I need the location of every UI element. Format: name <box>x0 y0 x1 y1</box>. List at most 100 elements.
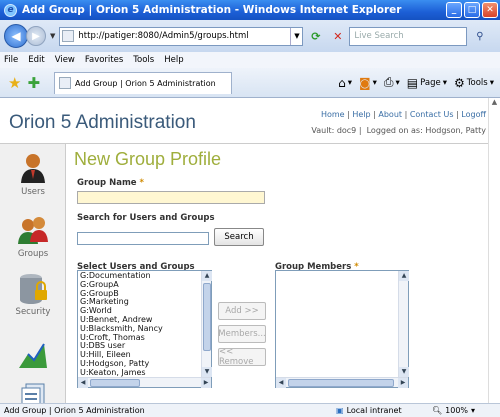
search-input[interactable] <box>77 232 209 245</box>
app-title: Orion 5 Administration <box>9 112 196 133</box>
search-button[interactable]: Search <box>214 228 264 246</box>
sidebar-item-label: Users <box>21 187 45 197</box>
menu-favorites[interactable]: Favorites <box>85 55 123 65</box>
add-favorite-icon[interactable]: ✚ <box>27 74 40 92</box>
zoom-control[interactable]: 🔍︎ 100% ▾ <box>432 406 475 415</box>
members-list-hscroll[interactable]: ◀ ▶ <box>276 377 408 388</box>
remove-button[interactable]: << Remove <box>218 347 266 367</box>
scroll-right-icon[interactable]: ▶ <box>201 378 211 388</box>
sidebar-item-documents[interactable] <box>0 382 66 403</box>
page-vscroll[interactable]: ▲ <box>488 98 500 403</box>
gear-icon: ⚙ <box>454 75 465 90</box>
tools-menu-label: Tools <box>466 77 488 88</box>
zone-label: Local intranet <box>346 406 402 415</box>
favorites-star-icon[interactable]: ★ <box>8 74 21 92</box>
ie-logo-icon: e <box>4 3 17 17</box>
scroll-left-icon[interactable]: ◀ <box>78 378 88 388</box>
favorites-bar: ★ ✚ Add Group | Orion 5 Administration ⌂… <box>0 68 500 98</box>
select-list-hscroll[interactable]: ◀ ▶ <box>78 377 211 388</box>
back-button[interactable]: ◀ <box>4 24 28 48</box>
sidebar: Users Groups Security <box>0 144 66 403</box>
menu-tools[interactable]: Tools <box>133 55 154 65</box>
window-titlebar: e Add Group | Orion 5 Administration - W… <box>0 0 500 20</box>
menu-help[interactable]: Help <box>164 55 183 65</box>
page-scroll-up-icon[interactable]: ▲ <box>489 98 500 106</box>
refresh-button[interactable]: ⟳ <box>306 27 325 46</box>
menu-file[interactable]: File <box>4 55 18 65</box>
hscroll-thumb[interactable] <box>288 379 394 387</box>
form-title: New Group Profile <box>74 149 222 169</box>
stop-button[interactable]: ✕ <box>328 27 347 46</box>
group-name-label: Group Name * <box>77 178 144 188</box>
scroll-down-icon[interactable]: ▼ <box>202 367 212 377</box>
home-button[interactable]: ⌂ ▾ <box>338 76 352 90</box>
members-button[interactable]: Members... <box>218 325 266 343</box>
vault-text: Vault: doc9 <box>311 126 357 135</box>
security-icon <box>18 272 48 304</box>
live-search-placeholder: Live Search <box>354 31 404 41</box>
print-button[interactable]: ⎙ ▾ <box>384 75 400 90</box>
scroll-thumb[interactable] <box>203 283 211 351</box>
user-icon <box>18 152 48 184</box>
page-header: Orion 5 Administration Home | Help | Abo… <box>0 98 488 144</box>
address-dropdown-icon[interactable]: ▼ <box>290 27 302 45</box>
sidebar-item-groups[interactable]: Groups <box>0 214 66 259</box>
scroll-up-icon[interactable]: ▲ <box>399 271 409 281</box>
feeds-button[interactable]: ◙ ▾ <box>359 76 377 90</box>
scroll-up-icon[interactable]: ▲ <box>202 271 212 281</box>
menu-view[interactable]: View <box>55 55 75 65</box>
add-button[interactable]: Add >> <box>218 302 266 320</box>
feeds-icon: ◙ <box>358 75 371 90</box>
tab-favicon-icon <box>59 77 72 89</box>
members-list-vscroll[interactable]: ▲ ▼ <box>398 271 409 377</box>
sidebar-item-label: Groups <box>17 249 49 259</box>
recent-pages-dropdown[interactable]: ▼ <box>50 32 55 40</box>
scroll-left-icon[interactable]: ◀ <box>276 378 286 388</box>
search-go-icon[interactable]: ⚲ <box>470 27 489 46</box>
required-mark: * <box>139 178 144 188</box>
search-label: Search for Users and Groups <box>77 213 215 223</box>
zoom-icon: 🔍︎ <box>432 406 443 415</box>
print-icon: ⎙ <box>383 75 394 89</box>
group-members-list[interactable]: ▲ ▼ ◀ ▶ <box>275 270 409 388</box>
live-search-input[interactable]: Live Search <box>349 26 468 46</box>
intranet-icon: ▣ <box>336 406 344 415</box>
sidebar-item-reports[interactable] <box>0 338 66 373</box>
address-toolbar: ◀ ▶ ▼ http://patiger:8080/Admin5/groups.… <box>0 20 500 52</box>
tools-menu[interactable]: ⚙ Tools ▾ <box>454 76 494 90</box>
address-url: http://patiger:8080/Admin5/groups.html <box>78 31 249 41</box>
close-window-button[interactable]: ✕ <box>482 2 498 18</box>
group-name-label-text: Group Name <box>77 178 137 188</box>
chart-icon <box>18 338 48 370</box>
status-text: Add Group | Orion 5 Administration <box>4 406 145 415</box>
page-menu[interactable]: ▤ Page ▾ <box>407 76 447 90</box>
page-content: Orion 5 Administration Home | Help | Abo… <box>0 98 500 403</box>
contact-us-link[interactable]: Contact Us <box>410 110 454 119</box>
sidebar-item-security[interactable]: Security <box>0 272 66 317</box>
zoom-dropdown-icon[interactable]: ▾ <box>471 406 475 415</box>
address-field[interactable]: http://patiger:8080/Admin5/groups.html ▼ <box>59 26 304 46</box>
menu-bar: File Edit View Favorites Tools Help <box>0 52 500 68</box>
tab-title: Add Group | Orion 5 Administration <box>75 78 216 88</box>
sidebar-item-label: Security <box>15 307 51 317</box>
sidebar-item-users[interactable]: Users <box>0 152 66 197</box>
zoom-level: 100% <box>445 406 469 415</box>
maximize-button[interactable]: □ <box>464 2 480 18</box>
select-list-vscroll[interactable]: ▲ ▼ <box>201 271 212 377</box>
about-link[interactable]: About <box>378 110 402 119</box>
group-name-input[interactable] <box>77 191 265 204</box>
status-bar: Add Group | Orion 5 Administration ▣ Loc… <box>0 403 500 417</box>
browser-tab[interactable]: Add Group | Orion 5 Administration <box>54 71 233 94</box>
home-icon: ⌂ <box>338 75 346 90</box>
select-users-list[interactable]: G:Documentation G:GroupA G:GroupB G:Mark… <box>77 270 212 388</box>
minimize-button[interactable]: _ <box>446 2 462 18</box>
hscroll-thumb[interactable] <box>90 379 140 387</box>
scroll-down-icon[interactable]: ▼ <box>399 367 409 377</box>
documents-icon <box>18 382 48 403</box>
logoff-link[interactable]: Logoff <box>461 110 486 119</box>
help-link[interactable]: Help <box>352 110 370 119</box>
forward-button[interactable]: ▶ <box>26 26 46 46</box>
menu-edit[interactable]: Edit <box>28 55 44 65</box>
home-link[interactable]: Home <box>321 110 345 119</box>
scroll-right-icon[interactable]: ▶ <box>398 378 408 388</box>
